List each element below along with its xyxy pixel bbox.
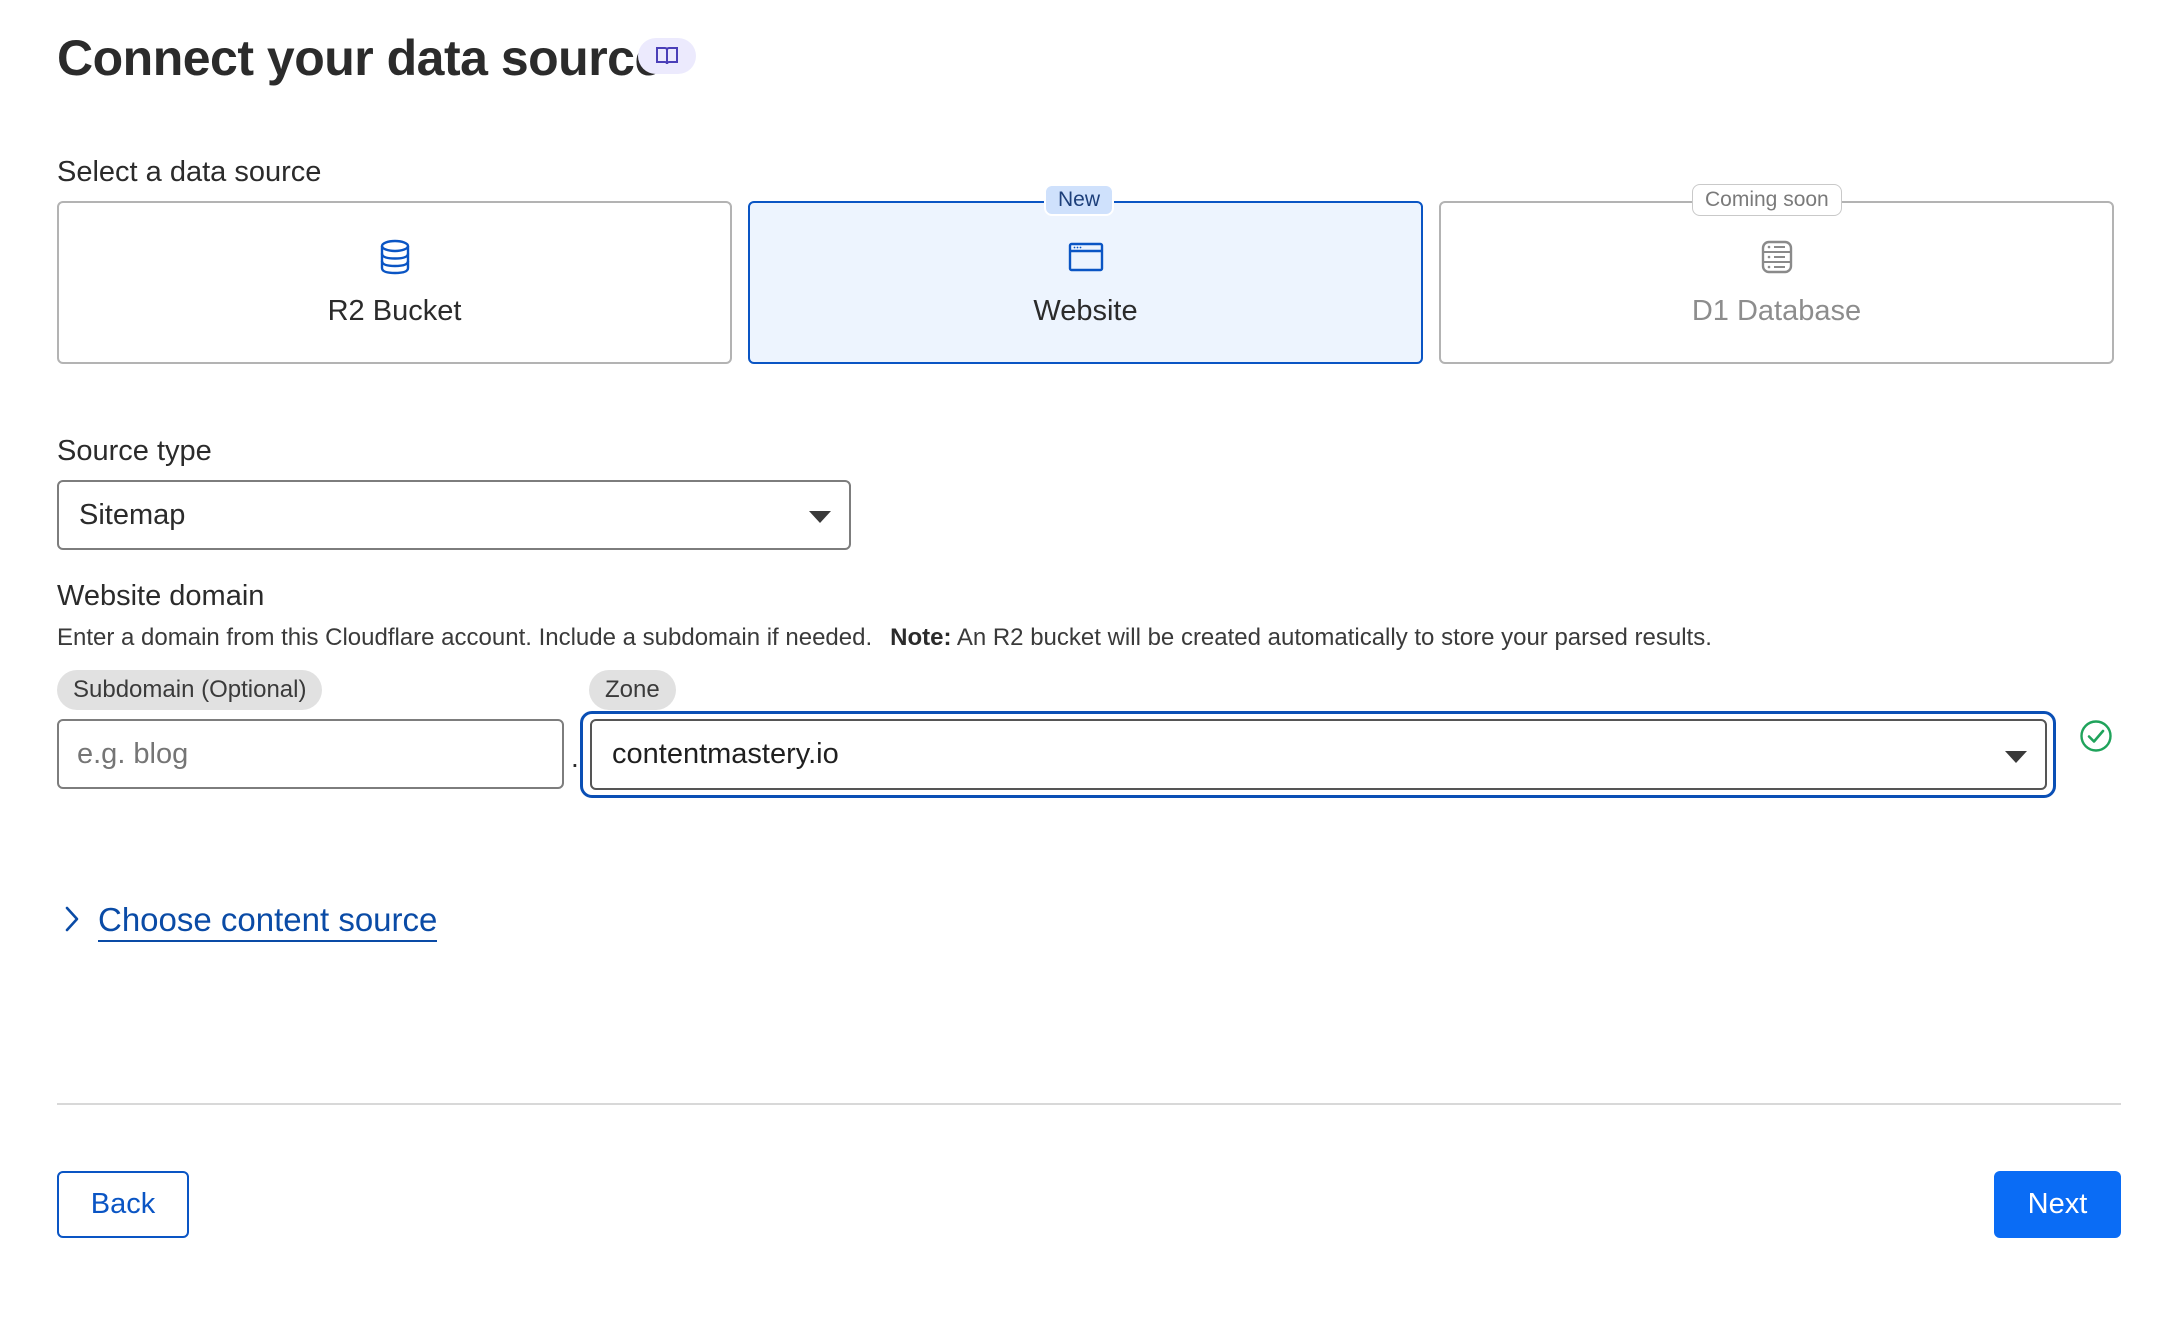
source-type-label: Source type <box>57 435 212 467</box>
website-domain-helper: Enter a domain from this Cloudflare acco… <box>57 622 1712 654</box>
book-icon <box>656 47 678 65</box>
note-label: Note: <box>890 624 952 651</box>
website-domain-label: Website domain <box>57 580 265 612</box>
helper-text: Enter a domain from this Cloudflare acco… <box>57 624 873 651</box>
browser-window-icon <box>1068 242 1103 272</box>
card-label: Website <box>1033 295 1138 327</box>
new-badge: New <box>1044 184 1115 216</box>
data-source-label: Select a data source <box>57 156 322 188</box>
caret-down-icon <box>2005 751 2027 763</box>
data-source-card-d1-database: D1 Database <box>1439 201 2114 364</box>
card-label: D1 Database <box>1691 295 1862 327</box>
footer-divider <box>57 1103 2121 1105</box>
database-icon <box>380 239 409 275</box>
zone-value: contentmastery.io <box>612 738 839 770</box>
subdomain-label: Subdomain (Optional) <box>57 670 323 710</box>
documentation-button[interactable] <box>638 38 696 74</box>
zone-label: Zone <box>589 670 676 710</box>
chevron-right-icon[interactable] <box>61 904 83 934</box>
choose-content-source-link[interactable]: Choose content source <box>98 900 438 942</box>
card-label: R2 Bucket <box>327 295 462 327</box>
caret-down-icon <box>809 511 831 523</box>
subdomain-input[interactable] <box>57 719 564 789</box>
check-circle-icon <box>2080 720 2112 752</box>
back-button[interactable]: Back <box>57 1171 189 1238</box>
page-title: Connect your data source <box>57 30 662 86</box>
next-button[interactable]: Next <box>1994 1171 2121 1238</box>
domain-separator: . <box>571 742 579 773</box>
data-source-card-r2-bucket[interactable]: R2 Bucket <box>57 201 732 364</box>
zone-select[interactable]: contentmastery.io <box>590 719 2047 790</box>
d1-database-icon <box>1761 240 1792 274</box>
source-type-select[interactable]: Sitemap <box>57 480 851 550</box>
note-text: An R2 bucket will be created automatical… <box>956 624 1712 651</box>
coming-soon-badge: Coming soon <box>1692 184 1842 216</box>
source-type-value: Sitemap <box>79 498 186 531</box>
data-source-card-website[interactable]: Website <box>748 201 1423 364</box>
